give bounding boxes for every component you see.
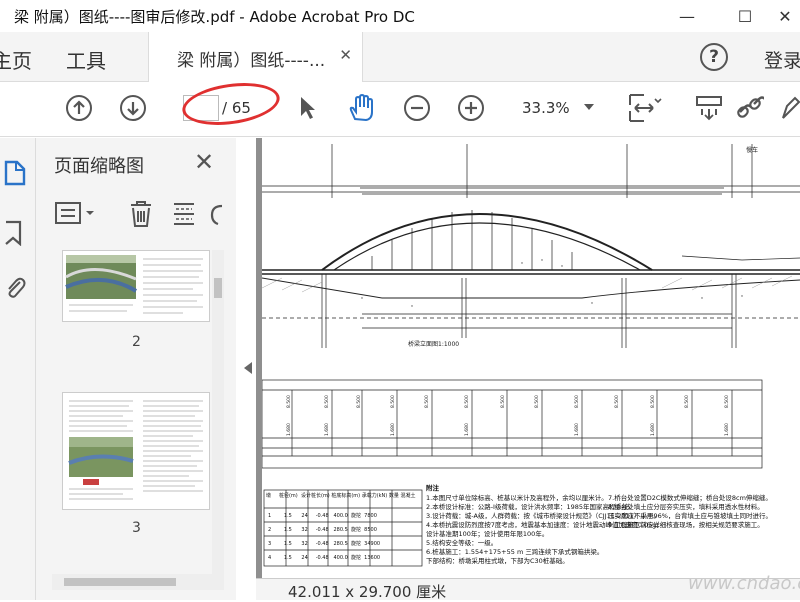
svg-text:8.500: 8.500: [424, 395, 430, 408]
watermark-logo: www.cndao.com: [688, 573, 800, 594]
drawing-section-title: 桥梁立面图: [408, 340, 438, 348]
zoom-value: 33.3%: [522, 99, 570, 117]
panel-toolbar: [36, 190, 236, 234]
pile-table-header: 墩 桩径(m) 设计桩长(m) 桩底标高(m) 承载力(kN) 数量 混凝土: [266, 493, 416, 499]
zoom-select[interactable]: 33.3%: [512, 95, 600, 121]
collapse-panel-arrow-icon[interactable]: [244, 362, 252, 374]
thumbnail-panel: 页面缩略图 ✕ 2 3: [36, 138, 236, 600]
svg-text:1.680: 1.680: [390, 423, 396, 436]
svg-text:8.500: 8.500: [356, 395, 362, 408]
svg-text:1.680: 1.680: [324, 423, 330, 436]
notes-title: 附注: [426, 484, 439, 492]
arrow-down-icon: [120, 95, 146, 121]
pile-table-row: 3 1.5 32 -0.48 280.5 旋挖 34900: [268, 541, 381, 547]
thumbnail-image: [63, 251, 209, 321]
link-icon: [737, 96, 764, 118]
svg-text:8.500: 8.500: [390, 395, 396, 408]
drawing-label-right: 慢车: [746, 146, 758, 154]
thumbnail-image: [63, 393, 209, 509]
panel-vertical-scrollbar[interactable]: [212, 250, 224, 580]
panel-title: 页面缩略图: [54, 156, 144, 177]
scrollbar-thumb[interactable]: [214, 278, 222, 298]
svg-text:1.680: 1.680: [650, 423, 656, 436]
thumbnail-options-icon[interactable]: [54, 200, 96, 226]
svg-text:1.680: 1.680: [464, 423, 470, 436]
thumbnail-page-number: 2: [132, 334, 141, 350]
chevron-down-icon: [584, 104, 594, 110]
left-nav-rail: [0, 138, 36, 600]
svg-text:8.500: 8.500: [650, 395, 656, 408]
scroll-mode-button[interactable]: [694, 93, 724, 123]
insert-page-icon[interactable]: [172, 200, 196, 228]
hand-icon: [349, 93, 373, 122]
thumbnail-page-number: 3: [132, 520, 141, 536]
svg-text:1.680: 1.680: [574, 423, 580, 436]
svg-text:8.500: 8.500: [684, 395, 690, 408]
tab-bar: [0, 32, 800, 82]
page-dimensions: 42.011 x 29.700 厘米: [288, 583, 447, 601]
fit-page-icon: [629, 94, 662, 122]
trash-icon[interactable]: [128, 200, 154, 228]
close-window-button[interactable]: ✕: [762, 0, 800, 32]
next-page-button[interactable]: [118, 93, 148, 123]
minus-circle-icon: [404, 95, 430, 121]
arrow-up-icon: [66, 95, 92, 121]
drawing-scale: 1:1000: [438, 341, 459, 348]
title-bar: 梁 附属）图纸----图审后修改.pdf - Adobe Acrobat Pro…: [0, 0, 800, 32]
more-tools-button[interactable]: [776, 93, 800, 123]
svg-text:8.500: 8.500: [574, 395, 580, 408]
pen-icon: [782, 96, 800, 119]
zoom-out-button[interactable]: [402, 93, 432, 123]
attachment-icon[interactable]: [4, 274, 26, 300]
page-fit-button[interactable]: [626, 91, 662, 125]
rotate-icon[interactable]: [208, 200, 224, 228]
zoom-in-button[interactable]: [456, 93, 486, 123]
tab-document[interactable]: 梁 附属）图纸----... ✕: [148, 32, 363, 82]
help-icon[interactable]: ?: [700, 43, 728, 71]
svg-text:8.500: 8.500: [324, 395, 330, 408]
svg-text:8.500: 8.500: [534, 395, 540, 408]
pile-table-row: 1 1.5 24 -0.48 400.0 旋挖 7800: [268, 513, 377, 519]
tab-home[interactable]: 主页: [0, 45, 32, 74]
pile-table-row: 2 1.5 32 -0.48 280.5 旋挖 8500: [268, 527, 377, 533]
page-thumbnails-icon[interactable]: [4, 160, 26, 186]
document-tab-close-icon[interactable]: ✕: [339, 46, 352, 64]
svg-text:8.500: 8.500: [500, 395, 506, 408]
login-button[interactable]: 登录: [764, 46, 800, 73]
svg-text:8.500: 8.500: [724, 395, 730, 408]
thumbnail-page-3[interactable]: [62, 392, 210, 510]
bookmark-icon[interactable]: [4, 220, 26, 246]
window-title: 梁 附属）图纸----图审后修改.pdf - Adobe Acrobat Pro…: [14, 7, 415, 26]
panel-horizontal-scrollbar[interactable]: [52, 574, 224, 590]
pile-table-row: 4 1.5 24 -0.48 400.0 旋挖 13600: [268, 555, 381, 561]
svg-text:8.500: 8.500: [464, 395, 470, 408]
svg-text:8.500: 8.500: [286, 395, 292, 408]
svg-text:1.680: 1.680: [724, 423, 730, 436]
svg-text:1.680: 1.680: [286, 423, 292, 436]
scroll-mode-icon: [696, 96, 722, 121]
svg-text:8.500: 8.500: [614, 395, 620, 408]
hand-tool-button[interactable]: [346, 93, 376, 123]
thumbnail-page-2[interactable]: [62, 250, 210, 322]
plus-circle-icon: [458, 95, 484, 121]
close-panel-icon[interactable]: ✕: [194, 148, 214, 176]
previous-page-button[interactable]: [64, 93, 94, 123]
cursor-arrow-icon: [301, 97, 315, 119]
tab-tools[interactable]: 工具: [66, 45, 106, 74]
document-tab-label: 梁 附属）图纸----...: [177, 51, 326, 71]
select-tool-button[interactable]: [292, 93, 322, 123]
link-tool-button[interactable]: [734, 93, 764, 123]
notes-right: 7.桥台处设置D2C模数式伸缩缝；桥台处设8cm伸缩缝。 8.桥台处填土应分层夯…: [608, 494, 772, 529]
scrollbar-thumb[interactable]: [64, 578, 176, 586]
pdf-page[interactable]: 慢车 桥梁立面图 1:1000 8.500 8.500 8.500 8.500 …: [262, 138, 800, 578]
minimize-button[interactable]: —: [664, 0, 710, 32]
